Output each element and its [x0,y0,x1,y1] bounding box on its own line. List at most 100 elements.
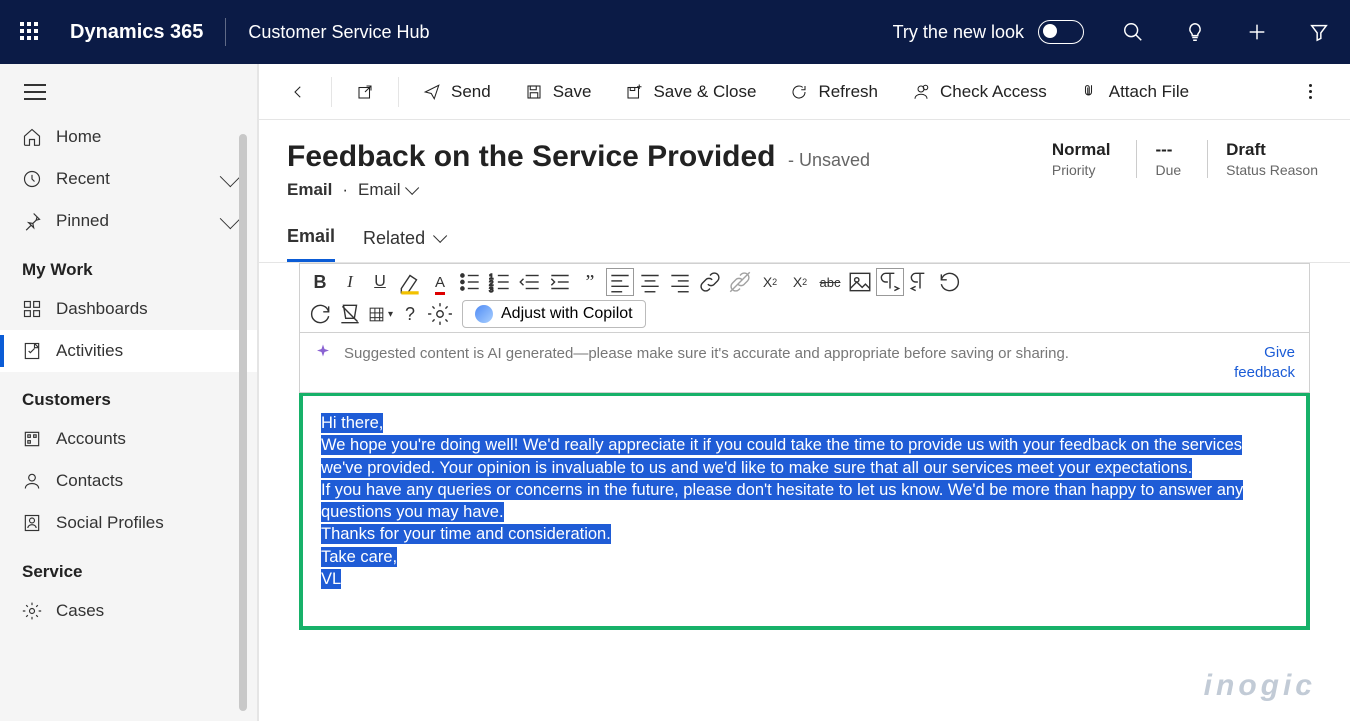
blockquote-button[interactable]: ” [576,268,604,296]
brand-label: Dynamics 365 [70,21,203,44]
filter-icon[interactable] [1308,21,1330,43]
sidebar-item-accounts[interactable]: Accounts [0,418,257,460]
save-close-button[interactable]: Save & Close [611,74,770,110]
unlink-button[interactable] [726,268,754,296]
save-close-icon [625,83,643,101]
chevron-down-icon [433,229,447,243]
status-reason-field[interactable]: Draft Status Reason [1207,140,1322,178]
outdent-button[interactable] [516,268,544,296]
adjust-with-copilot-button[interactable]: Adjust with Copilot [462,300,646,328]
check-access-icon [912,83,930,101]
rich-text-toolbar: B I U A 123 ” X2 X2 abc [299,263,1310,333]
sidebar: Home Recent Pinned My Work Dashboards Ac… [0,64,258,721]
bullet-list-button[interactable] [456,268,484,296]
contacts-icon [22,471,42,491]
toggle-switch-icon[interactable] [1038,20,1084,44]
popout-button[interactable] [342,75,388,109]
check-access-button[interactable]: Check Access [898,74,1061,110]
sidebar-item-activities[interactable]: Activities [0,330,257,372]
sparkle-icon [314,343,332,361]
more-icon [1300,82,1320,102]
cases-icon [22,601,42,621]
bold-button[interactable]: B [306,268,334,296]
save-button[interactable]: Save [511,74,606,110]
subscript-button[interactable]: X2 [786,268,814,296]
attach-file-button[interactable]: Attach File [1067,74,1203,110]
sidebar-item-label: Recent [56,169,110,189]
command-bar: Send Save Save & Close Refresh Check Acc… [259,64,1350,120]
hamburger-icon [24,84,46,100]
highlight-button[interactable] [396,268,424,296]
align-center-button[interactable] [636,268,664,296]
chevron-down-icon [405,181,419,195]
form-selector[interactable]: Email [358,180,415,200]
ltr-button[interactable] [876,268,904,296]
popout-icon [356,83,374,101]
sidebar-item-label: Cases [56,601,104,621]
back-button[interactable] [275,75,321,109]
sidebar-item-dashboards[interactable]: Dashboards [0,288,257,330]
undo-button[interactable] [936,268,964,296]
sidebar-toggle-button[interactable] [0,64,257,116]
rtl-button[interactable] [906,268,934,296]
settings-button[interactable] [426,300,454,328]
send-icon [423,83,441,101]
tab-related[interactable]: Related [363,226,443,262]
breadcrumb: Email · Email [287,180,1048,200]
align-left-button[interactable] [606,268,634,296]
underline-button[interactable]: U [366,268,394,296]
sidebar-item-label: Home [56,127,101,147]
italic-button[interactable]: I [336,268,364,296]
align-right-button[interactable] [666,268,694,296]
font-color-button[interactable]: A [426,268,454,296]
lightbulb-icon[interactable] [1184,21,1206,43]
due-field[interactable]: --- Due [1136,140,1185,178]
table-button[interactable]: ▾ [366,300,394,328]
numbered-list-button[interactable]: 123 [486,268,514,296]
sidebar-item-label: Contacts [56,471,123,491]
superscript-button[interactable]: X2 [756,268,784,296]
sidebar-item-recent[interactable]: Recent [0,158,257,200]
indent-button[interactable] [546,268,574,296]
strikethrough-button[interactable]: abc [816,268,844,296]
app-launcher-icon[interactable] [20,22,40,42]
try-new-look-toggle[interactable]: Try the new look [893,20,1084,44]
ai-disclaimer-banner: Suggested content is AI generated—please… [299,333,1310,393]
priority-field[interactable]: Normal Priority [1048,140,1115,178]
sidebar-item-label: Accounts [56,429,126,449]
pinned-icon [22,211,42,231]
add-icon[interactable] [1246,21,1268,43]
overflow-menu-button[interactable] [1286,74,1334,110]
back-icon [289,83,307,101]
give-feedback-link[interactable]: Give feedback [1225,343,1295,382]
sidebar-item-label: Activities [56,341,123,361]
recent-icon [22,169,42,189]
sidebar-item-home[interactable]: Home [0,116,257,158]
insert-image-button[interactable] [846,268,874,296]
sidebar-section-customers: Customers [0,372,257,418]
sidebar-scrollbar[interactable] [239,134,247,711]
tab-email[interactable]: Email [287,226,335,262]
social-profiles-icon [22,513,42,533]
home-icon [22,127,42,147]
sidebar-item-label: Social Profiles [56,513,164,533]
sidebar-item-pinned[interactable]: Pinned [0,200,257,242]
sidebar-item-social-profiles[interactable]: Social Profiles [0,502,257,544]
save-status-label: - Unsaved [788,150,870,170]
clear-format-button[interactable] [336,300,364,328]
send-button[interactable]: Send [409,74,505,110]
email-body-editor[interactable]: Hi there,We hope you're doing well! We'd… [299,393,1310,630]
link-button[interactable] [696,268,724,296]
entity-label: Email [287,180,332,200]
search-icon[interactable] [1122,21,1144,43]
copilot-icon [475,305,493,323]
refresh-button[interactable]: Refresh [776,74,892,110]
help-button[interactable]: ? [396,300,424,328]
sidebar-item-cases[interactable]: Cases [0,590,257,632]
sidebar-item-contacts[interactable]: Contacts [0,460,257,502]
save-icon [525,83,543,101]
page-title: Feedback on the Service Provided [287,140,776,173]
accounts-icon [22,429,42,449]
redo-button[interactable] [306,300,334,328]
sidebar-item-label: Dashboards [56,299,148,319]
